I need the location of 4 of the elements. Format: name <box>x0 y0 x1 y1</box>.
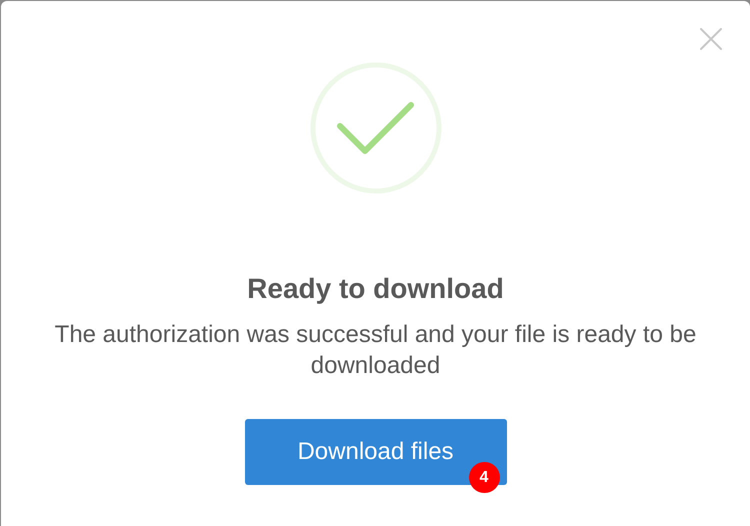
checkmark-icon <box>310 62 442 194</box>
dialog-title: Ready to download <box>247 272 504 306</box>
close-icon[interactable] <box>700 28 722 50</box>
dialog-message: The authorization was successful and your file is ready to be downloaded <box>54 320 698 381</box>
